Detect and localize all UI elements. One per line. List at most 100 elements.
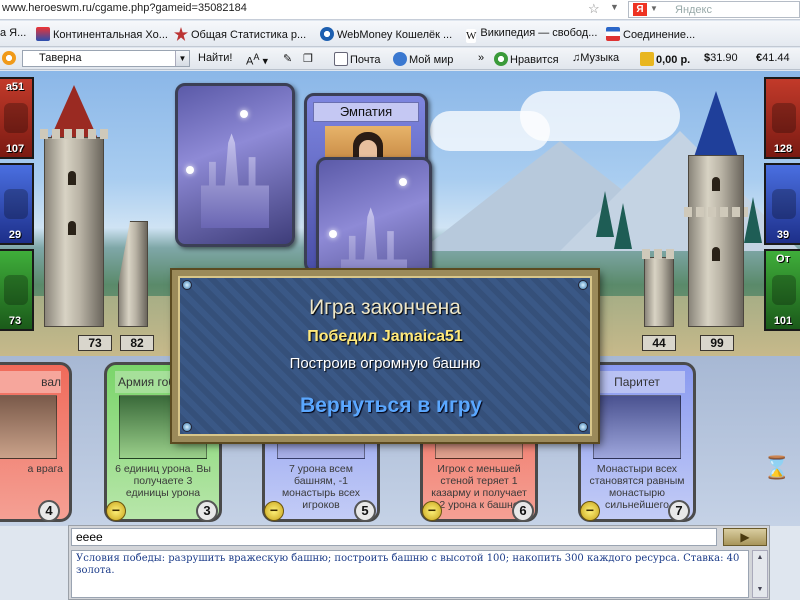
bookmark-khl[interactable]: Континентальная Хо...: [36, 27, 168, 41]
gems-icon: [4, 189, 28, 219]
star-sparkle: [240, 110, 248, 118]
font-size-icon[interactable]: AA ▾: [246, 52, 268, 68]
bookmark-label: Соединение...: [623, 29, 696, 41]
discard-button[interactable]: −: [580, 501, 600, 521]
usd-rate[interactable]: $31.90: [704, 52, 738, 64]
webmoney-icon: [320, 27, 334, 41]
left-player-name: a51: [5, 81, 25, 93]
myworld-link[interactable]: Мой мир: [393, 52, 453, 66]
send-button[interactable]: ▶: [723, 528, 767, 546]
right-tower-height: 99: [700, 335, 734, 351]
bookmark-stats[interactable]: Общая Статистика р...: [174, 27, 306, 41]
eur-value: 41.44: [762, 52, 790, 64]
chat-panel: eeee ▶ Условия победы: разрушить вражеск…: [68, 525, 770, 600]
win-reason: Построив огромную башню: [289, 355, 481, 372]
dialog-title: Игра закончена: [309, 296, 461, 319]
location-value: Таверна: [39, 52, 82, 64]
hand-card-cost: 5: [354, 500, 376, 522]
dialog-corner-gem: [182, 422, 192, 432]
wallet-balance[interactable]: 0,00 р.: [640, 52, 690, 66]
bookmark-webmoney[interactable]: WebMoney Кошелёк ...: [320, 27, 452, 41]
hand-card-cost: 4: [38, 500, 60, 522]
dropdown-arrow-icon[interactable]: ▼: [175, 51, 189, 66]
highlight-icon[interactable]: ✎: [283, 52, 292, 65]
return-to-game-button[interactable]: Вернуться в игру: [258, 394, 524, 418]
hand-card-cost: 6: [512, 500, 534, 522]
like-icon: [494, 52, 508, 66]
left-wall-height: 82: [120, 335, 154, 351]
left-gems-value: 29: [8, 229, 22, 241]
location-select[interactable]: Таверна ▼: [22, 50, 190, 67]
hand-card-art: [593, 395, 681, 459]
toolbar-overflow[interactable]: »: [478, 52, 484, 64]
hand-card-title: вал: [0, 371, 61, 393]
left-recruits-value: 73: [8, 315, 22, 327]
scroll-up-icon[interactable]: ▲: [755, 553, 765, 563]
music-button[interactable]: ♫Музыка: [572, 52, 619, 64]
mail-toolbar: Таверна ▼ Найти! AA ▾ ✎ ❐ Почта Мой мир …: [0, 48, 800, 70]
hand-card-title: Паритет: [589, 371, 685, 393]
left-gems-panel: 29: [0, 163, 34, 245]
recruits-icon: [4, 275, 28, 305]
right-wall-crenel: [642, 249, 676, 259]
right-gems-panel: 39: [764, 163, 800, 245]
dialog-corner-gem: [578, 422, 588, 432]
wikipedia-icon: W: [466, 29, 477, 43]
right-bricks-panel: 128: [764, 77, 800, 159]
tree: [614, 203, 632, 249]
bookmark-star-icon[interactable]: ☆: [588, 1, 600, 17]
right-tower-window: [712, 177, 720, 191]
star-icon: [174, 27, 188, 41]
discard-button[interactable]: −: [264, 501, 284, 521]
star-sparkle: [399, 178, 407, 186]
left-tower-height: 73: [78, 335, 112, 351]
hand-card-description: а врага: [27, 463, 63, 475]
url-text[interactable]: www.heroeswm.ru/cgame.php?gameid=3508218…: [2, 2, 247, 14]
hand-card-description: 6 единиц урона. Вы получаете 3 единицы у…: [115, 463, 211, 499]
right-gems-value: 39: [776, 229, 790, 241]
mailru-icon[interactable]: [2, 51, 18, 65]
left-tower-window: [68, 221, 76, 235]
envelope-icon: [334, 52, 348, 66]
left-tower-crenel: [40, 129, 108, 139]
search-box[interactable]: Я ▼ Яндекс: [628, 1, 800, 18]
right-bricks-value: 128: [773, 143, 793, 155]
bookmark-wikipedia[interactable]: W Википедия — свобод...: [466, 27, 597, 43]
usd-value: 31.90: [710, 52, 738, 64]
discard-button[interactable]: −: [106, 501, 126, 521]
chat-log: Условия победы: разрушить вражескую башн…: [71, 550, 749, 598]
bookmark-connection[interactable]: Соединение...: [606, 27, 695, 41]
bookmark-label: а Я...: [0, 27, 27, 39]
wallet-icon: [640, 52, 654, 66]
star-sparkle: [329, 230, 337, 238]
find-button[interactable]: Найти!: [198, 52, 232, 64]
search-engine-dropdown-icon[interactable]: ▼: [650, 4, 658, 13]
deck-card-back[interactable]: [175, 83, 295, 247]
played-card-title: Эмпатия: [313, 102, 419, 122]
url-dropdown-icon[interactable]: ▼: [610, 2, 619, 12]
hourglass-icon: ⌛: [763, 455, 791, 480]
right-tower-roof: [694, 91, 738, 157]
chat-input[interactable]: eeee: [71, 528, 717, 546]
scroll-down-icon[interactable]: ▼: [755, 585, 765, 595]
mail-link[interactable]: Почта: [334, 52, 381, 66]
game-over-dialog: Игра закончена Победил Jamaica51 Построи…: [172, 270, 598, 442]
left-bricks-panel: a51 107: [0, 77, 34, 159]
right-tower-crenel: [684, 207, 748, 217]
copy-icon[interactable]: ❐: [303, 52, 313, 65]
eur-rate[interactable]: €41.44: [756, 52, 790, 64]
address-bar[interactable]: www.heroeswm.ru/cgame.php?gameid=3508218…: [0, 0, 800, 20]
castle-image: [200, 133, 270, 229]
like-button[interactable]: Нравится: [494, 52, 559, 66]
winner-text: Победил Jamaica51: [307, 328, 463, 345]
bookmark-yandex[interactable]: а Я...: [0, 27, 26, 39]
hand-card[interactable]: вал а врага: [0, 362, 72, 522]
chat-scrollbar[interactable]: ▲ ▼: [752, 550, 768, 598]
discard-button[interactable]: −: [422, 501, 442, 521]
right-recruits-label: От: [776, 253, 790, 265]
right-recruits-panel: От 101: [764, 249, 800, 331]
dialog-corner-gem: [578, 280, 588, 290]
star-sparkle: [186, 166, 194, 174]
music-label: Музыка: [580, 52, 620, 64]
bookmark-label: WebMoney Кошелёк ...: [337, 29, 453, 41]
